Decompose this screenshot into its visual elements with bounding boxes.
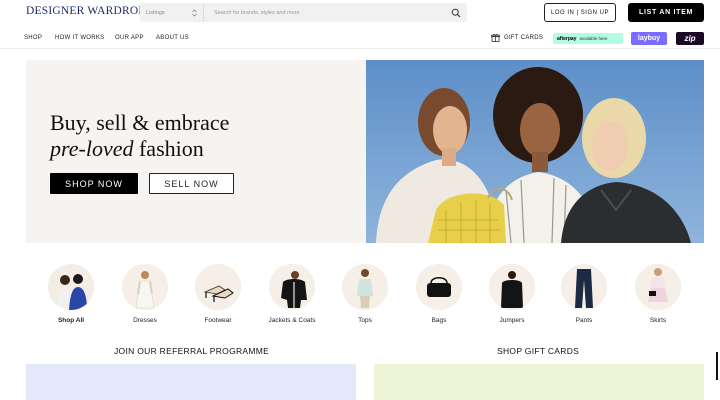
hero-title-italic: pre-loved [50,136,134,161]
gift-cards-label: GIFT CARDS [504,34,544,41]
nav-about-us[interactable]: ABOUT US [156,35,189,41]
category-label: Jackets & Coats [268,317,316,324]
category-skirts[interactable]: Skirts [628,264,688,324]
top-bar: DESIGNER WARDROBE Listings LOG IN | SIGN… [0,0,720,26]
gift-icon [491,33,500,42]
category-shop-all[interactable]: Shop All [41,264,101,324]
category-label: Tops [358,317,372,324]
category-dresses[interactable]: Dresses [115,264,175,324]
jacket-icon [269,264,315,310]
afterpay-badge[interactable]: afterpay available here [553,33,623,44]
hero-title-line1: Buy, sell & embrace [50,110,230,135]
category-label: Footwear [204,317,232,324]
jumper-icon [489,264,535,310]
zip-badge[interactable]: zip [676,32,704,45]
search-input[interactable] [204,3,445,22]
nav-our-app[interactable]: OUR APP [115,35,144,41]
gift-cards-link[interactable]: GIFT CARDS [491,33,543,42]
two-people-icon [48,264,94,310]
category-label: Shop All [57,317,85,324]
sell-now-button[interactable]: SELL NOW [149,173,234,194]
hero-panel: Buy, sell & embrace pre-loved fashion SH… [26,60,366,243]
referral-section-title: JOIN OUR REFERRAL PROGRAMME [114,346,270,356]
category-label: Skirts [649,317,667,324]
hero-title-rest: fashion [133,136,204,161]
pants-icon [561,264,607,310]
dress-icon [122,264,168,310]
site-logo[interactable]: DESIGNER WARDROBE [26,5,153,17]
search-category-value: Listings [146,9,165,16]
search-bar: Listings [140,3,467,22]
category-label: Jumpers [499,317,525,324]
search-category-select[interactable]: Listings [140,3,204,22]
hero-image [366,60,704,243]
category-jackets-coats[interactable]: Jackets & Coats [262,264,322,324]
hero-title-line2: pre-loved fashion [50,136,204,162]
category-jumpers[interactable]: Jumpers [482,264,542,324]
nav-shop[interactable]: SHOP [24,35,42,41]
category-bags[interactable]: Bags [409,264,469,324]
afterpay-text: available here [579,36,608,41]
list-an-item-button[interactable]: LIST AN ITEM [628,3,704,22]
category-pants[interactable]: Pants [554,264,614,324]
laybuy-badge[interactable]: laybuy [631,32,667,45]
category-tops[interactable]: Tops [335,264,395,324]
category-label: Dresses [133,317,157,324]
category-footwear[interactable]: Footwear [188,264,248,324]
heels-icon [195,264,241,310]
gift-cards-panel[interactable] [374,364,704,400]
category-label: Pants [575,317,593,324]
chevron-updown-icon [192,8,197,17]
gift-cards-section-title: SHOP GIFT CARDS [497,346,580,356]
nav-how-it-works[interactable]: HOW IT WORKS [55,35,105,41]
shop-now-button[interactable]: SHOP NOW [50,173,138,194]
search-icon[interactable] [445,3,467,22]
referral-panel[interactable] [26,364,356,400]
afterpay-logo: afterpay [557,35,577,42]
main-nav: SHOP HOW IT WORKS OUR APP ABOUT US GIFT … [0,29,720,49]
login-signup-button[interactable]: LOG IN | SIGN UP [544,3,616,22]
scrollbar-edge [716,352,718,380]
top-icon [342,264,388,310]
skirt-icon [635,264,681,310]
category-label: Bags [431,317,447,324]
bag-icon [416,264,462,310]
